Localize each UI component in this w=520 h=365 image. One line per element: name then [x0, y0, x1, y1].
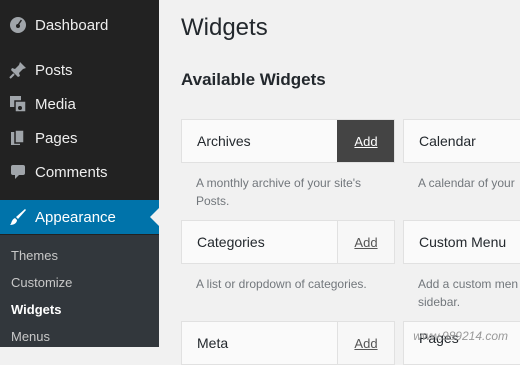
page-title: Widgets — [181, 14, 268, 41]
menu-label: Posts — [35, 61, 73, 79]
widget-title: Categories — [197, 234, 265, 250]
menu-item-appearance[interactable]: Appearance — [0, 200, 159, 234]
menu-item-comments[interactable]: Comments — [0, 155, 159, 189]
paintbrush-icon — [8, 207, 28, 227]
widget-title: Meta — [197, 335, 229, 351]
widget-meta[interactable]: Meta Add — [181, 321, 395, 365]
menu-item-pages[interactable]: Pages — [0, 121, 159, 155]
add-widget-button[interactable]: Add — [337, 120, 394, 162]
pin-icon — [8, 60, 28, 80]
add-widget-button[interactable]: Add — [337, 322, 394, 364]
menu-label: Pages — [35, 129, 78, 147]
pages-icon — [8, 128, 28, 148]
widget-categories[interactable]: Categories Add — [181, 220, 395, 264]
comment-icon — [8, 162, 28, 182]
menu-label: Media — [35, 95, 76, 113]
menu-label: Dashboard — [35, 16, 109, 34]
widget-title: Custom Menu — [419, 234, 507, 250]
widget-description: A calendar of your — [418, 176, 515, 190]
widget-custom-menu[interactable]: Custom Menu — [403, 220, 520, 264]
widget-pages[interactable]: Pages — [403, 321, 520, 365]
submenu-item-themes[interactable]: Themes — [11, 248, 58, 263]
menu-label: Appearance — [35, 208, 116, 226]
submenu-item-menus[interactable]: Menus — [11, 329, 50, 344]
submenu-item-widgets[interactable]: Widgets — [11, 302, 61, 317]
widget-calendar[interactable]: Calendar — [403, 119, 520, 163]
widget-description: A monthly archive of your site's Posts. — [196, 176, 362, 208]
menu-item-media[interactable]: Media — [0, 87, 159, 121]
menu-item-posts[interactable]: Posts — [0, 53, 159, 87]
submenu-item-customize[interactable]: Customize — [11, 275, 72, 290]
appearance-submenu: Themes Customize Widgets Menus — [0, 235, 159, 347]
section-title: Available Widgets — [181, 70, 326, 89]
media-icon — [8, 94, 28, 114]
dashboard-icon — [8, 15, 28, 35]
widget-title: Calendar — [419, 133, 476, 149]
add-widget-button[interactable]: Add — [337, 221, 394, 263]
admin-sidebar: Dashboard Posts Media Pages Comments App… — [0, 0, 159, 347]
widget-description: Add a custom men sidebar. — [418, 277, 519, 309]
widget-description: A list or dropdown of categories. — [196, 277, 367, 291]
menu-item-dashboard[interactable]: Dashboard — [0, 8, 159, 42]
menu-label: Comments — [35, 163, 108, 181]
widget-title: Archives — [197, 133, 251, 149]
watermark: www.989214.com — [413, 329, 508, 343]
widget-archives[interactable]: Archives Add — [181, 119, 395, 163]
